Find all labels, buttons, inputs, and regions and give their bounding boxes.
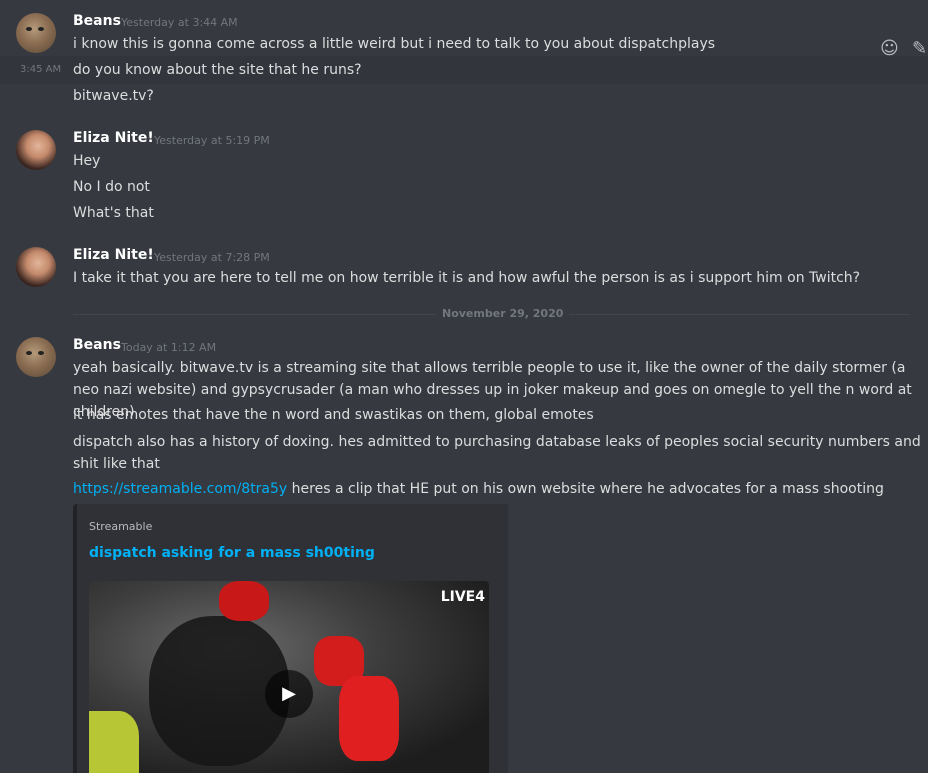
thumbnail-shape: [219, 581, 269, 621]
message-text: dispatch also has a history of doxing. h…: [73, 434, 921, 472]
message-timestamp: Yesterday at 7:28 PM: [154, 251, 270, 264]
embed-title[interactable]: dispatch asking for a mass sh00ting: [89, 545, 375, 561]
thumbnail-shape: [89, 711, 139, 773]
username-text: Eliza Nite: [73, 130, 148, 146]
thumbnail-shape: [339, 676, 399, 761]
username-badge: !: [147, 130, 154, 146]
date-divider-label: November 29, 2020: [436, 307, 570, 320]
username[interactable]: Eliza Nite!: [73, 130, 154, 146]
username[interactable]: Eliza Nite!: [73, 247, 154, 263]
message-timestamp: Today at 1:12 AM: [121, 341, 217, 354]
avatar[interactable]: [16, 247, 56, 287]
message-text: I take it that you are here to tell me o…: [73, 270, 861, 286]
avatar[interactable]: [16, 130, 56, 170]
message-text: No I do not: [73, 179, 150, 195]
username-badge: !: [147, 247, 154, 263]
username-text: Eliza Nite: [73, 247, 148, 263]
streamable-link[interactable]: https://streamable.com/8tra5y: [73, 481, 287, 497]
video-thumbnail[interactable]: LIVE4 ▶: [89, 581, 489, 773]
hover-timestamp: 3:45 AM: [20, 64, 62, 75]
message-text: bitwave.tv?: [73, 88, 154, 104]
message-text: i know this is gonna come across a littl…: [73, 36, 716, 52]
live-overlay-label: LIVE4: [440, 589, 485, 605]
message-text: What's that: [73, 205, 154, 221]
message-timestamp: Yesterday at 3:44 AM: [121, 16, 238, 29]
message-text: do you know about the site that he runs?: [73, 62, 362, 78]
video-embed: Streamable dispatch asking for a mass sh…: [73, 504, 508, 773]
link-caption: heres a clip that HE put on his own webs…: [287, 481, 884, 497]
message-timestamp: Yesterday at 5:19 PM: [154, 134, 270, 147]
embed-provider[interactable]: Streamable: [89, 520, 152, 533]
avatar[interactable]: [16, 13, 56, 53]
message-text: Hey: [73, 153, 101, 169]
play-icon[interactable]: ▶: [265, 670, 313, 718]
avatar[interactable]: [16, 337, 56, 377]
username[interactable]: Beans: [73, 13, 121, 29]
username[interactable]: Beans: [73, 337, 121, 353]
pencil-icon[interactable]: ✎: [912, 38, 927, 59]
message-text: it has emotes that have the n word and s…: [73, 407, 594, 423]
message-text-with-link: https://streamable.com/8tra5y heres a cl…: [73, 481, 884, 497]
add-reaction-icon[interactable]: ☺: [880, 38, 899, 59]
